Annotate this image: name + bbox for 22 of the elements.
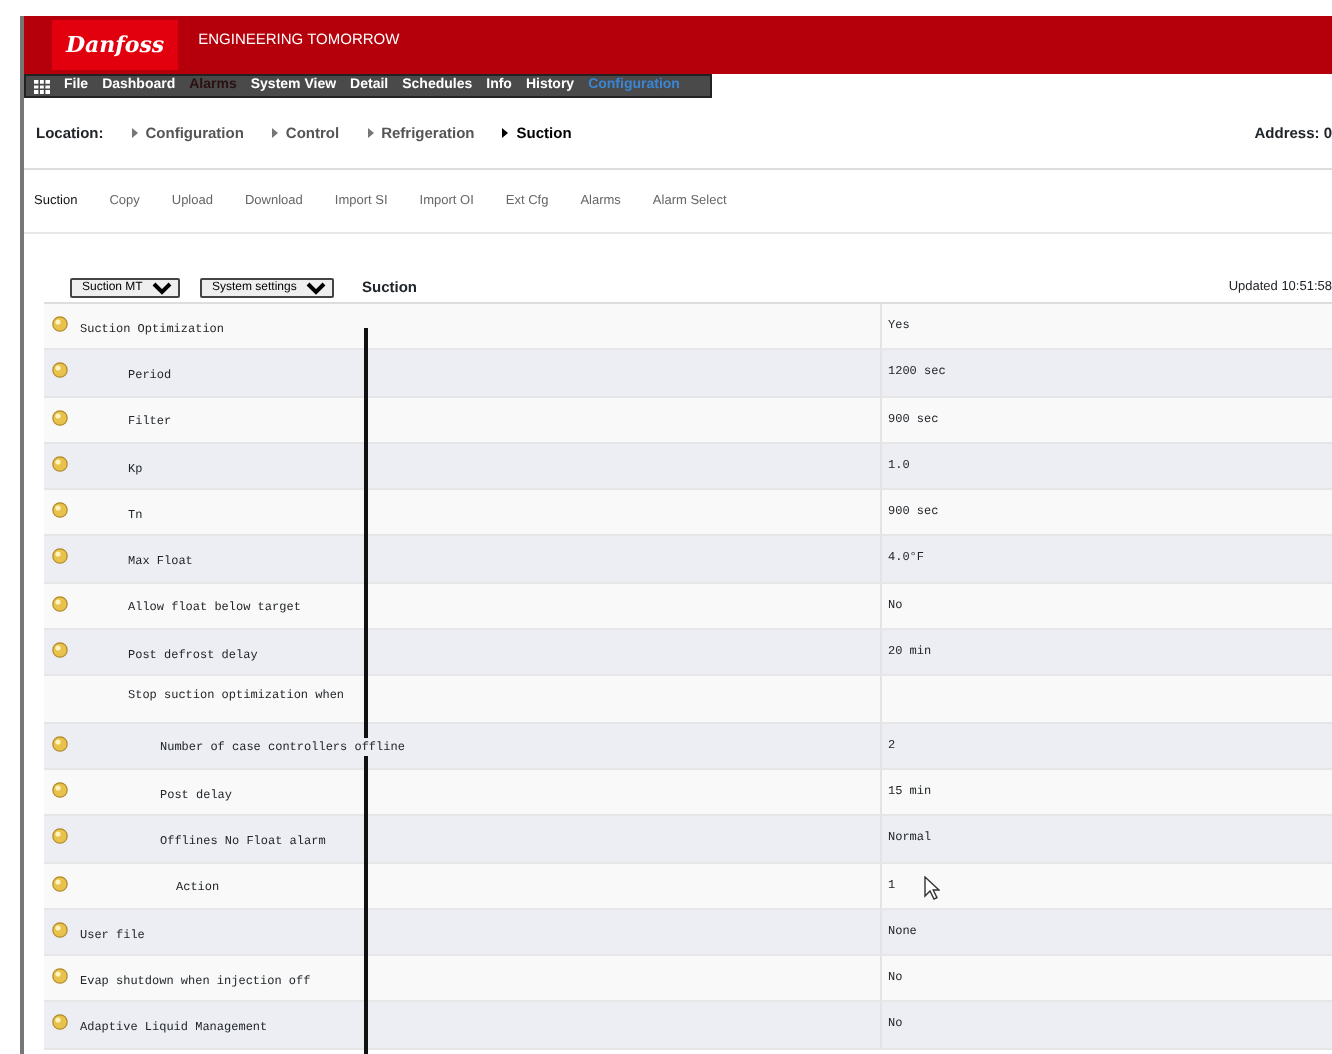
- setting-icon[interactable]: [52, 828, 68, 845]
- setting-icon[interactable]: [52, 316, 68, 332]
- setting-icon[interactable]: [52, 921, 68, 938]
- setting-icon[interactable]: [52, 502, 68, 519]
- setting-icon[interactable]: [52, 781, 68, 798]
- logo: Danfoss: [52, 20, 179, 70]
- grid-menu-icon[interactable]: [34, 79, 50, 93]
- setting-icon[interactable]: [52, 362, 68, 379]
- setting-icon[interactable]: [52, 548, 68, 565]
- setting-icon[interactable]: [52, 1014, 68, 1031]
- setting-icon[interactable]: [52, 735, 68, 752]
- setting-icon[interactable]: [52, 642, 68, 659]
- setting-icon[interactable]: [52, 968, 68, 985]
- setting-icon[interactable]: [52, 409, 68, 426]
- caret-icon: [271, 128, 278, 138]
- caret-icon: [367, 128, 374, 138]
- setting-icon[interactable]: [52, 455, 68, 472]
- setting-icon[interactable]: [52, 595, 68, 612]
- mouse-pointer-icon: [924, 876, 940, 900]
- setting-icon[interactable]: [52, 875, 68, 892]
- caret-icon: [502, 128, 509, 138]
- caret-icon: [131, 128, 138, 138]
